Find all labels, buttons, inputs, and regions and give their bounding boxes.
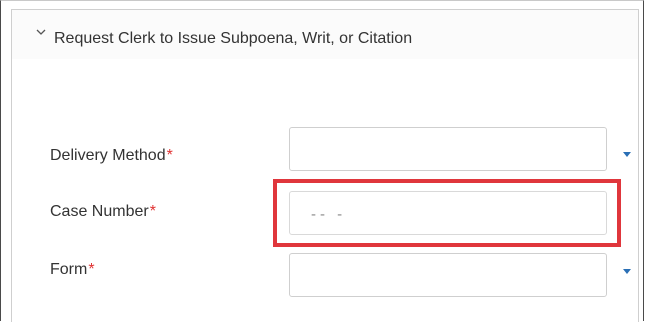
panel-border-left bbox=[11, 59, 12, 322]
window-frame: Request Clerk to Issue Subpoena, Writ, o… bbox=[0, 0, 644, 322]
required-asterisk: * bbox=[88, 261, 95, 278]
delivery-method-select[interactable] bbox=[289, 127, 607, 171]
form-label: Form* bbox=[50, 261, 95, 279]
chevron-down-icon[interactable] bbox=[36, 27, 46, 37]
required-asterisk: * bbox=[149, 203, 156, 220]
delivery-method-label: Delivery Method* bbox=[50, 147, 173, 165]
section-title: Request Clerk to Issue Subpoena, Writ, o… bbox=[54, 30, 413, 47]
delivery-method-label-text: Delivery Method bbox=[50, 147, 166, 164]
case-number-label-text: Case Number bbox=[50, 203, 149, 220]
section-header[interactable]: Request Clerk to Issue Subpoena, Writ, o… bbox=[11, 9, 639, 59]
case-number-label: Case Number* bbox=[50, 203, 156, 221]
form-label-text: Form bbox=[50, 261, 88, 278]
form-dropdown-arrow-icon[interactable] bbox=[623, 269, 631, 274]
required-asterisk: * bbox=[166, 147, 173, 164]
case-number-highlight-box bbox=[273, 179, 621, 247]
delivery-method-dropdown-arrow-icon[interactable] bbox=[623, 152, 631, 157]
form-select[interactable] bbox=[289, 253, 607, 297]
panel-border-right bbox=[638, 59, 639, 322]
